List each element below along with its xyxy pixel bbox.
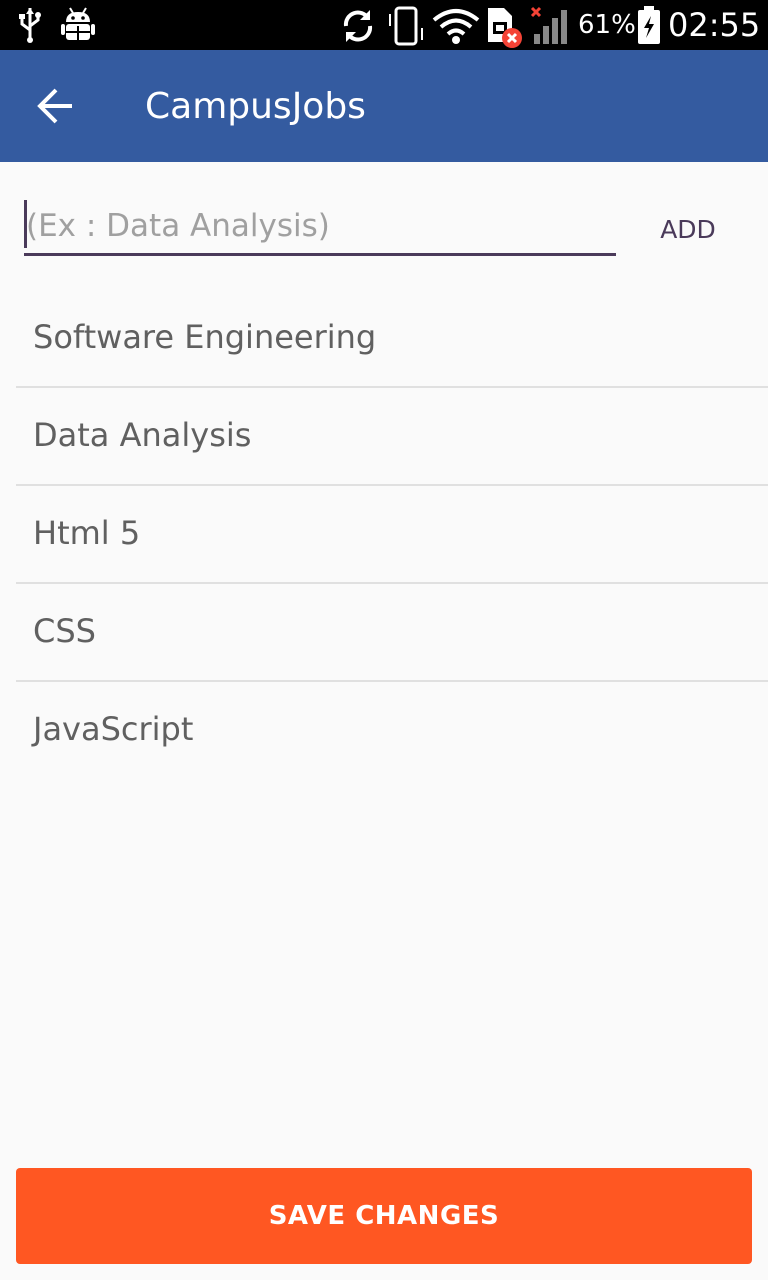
clock: 02:55 xyxy=(668,6,761,44)
status-bar: 61% 02:55 xyxy=(0,0,768,50)
arrow-back-icon xyxy=(37,88,72,124)
sim-error-icon xyxy=(488,8,522,48)
skill-label: Data Analysis xyxy=(33,416,252,454)
battery-percent: 61% xyxy=(578,10,636,40)
signal-icon xyxy=(530,6,567,44)
list-item[interactable]: Html 5 xyxy=(16,486,768,584)
skill-label: Html 5 xyxy=(33,514,141,552)
list-item[interactable]: JavaScript xyxy=(16,682,768,780)
app-bar: CampusJobs xyxy=(0,50,768,162)
add-skill-row: ADD xyxy=(0,162,768,272)
save-changes-button[interactable]: SAVE CHANGES xyxy=(16,1168,752,1264)
list-item[interactable]: Data Analysis xyxy=(16,388,768,486)
sync-icon xyxy=(343,10,373,42)
app-title: CampusJobs xyxy=(145,86,366,127)
list-item[interactable]: Software Engineering xyxy=(16,290,768,388)
skill-label: CSS xyxy=(33,612,96,650)
add-button[interactable]: ADD xyxy=(648,208,728,252)
text-cursor xyxy=(24,200,27,248)
skill-label: JavaScript xyxy=(33,710,194,748)
android-debug-icon xyxy=(61,7,95,40)
skill-input[interactable] xyxy=(24,198,616,256)
back-button[interactable] xyxy=(28,76,88,136)
battery-charging-icon xyxy=(638,6,660,44)
skill-label: Software Engineering xyxy=(33,318,377,356)
skill-list: Software Engineering Data Analysis Html … xyxy=(16,290,768,780)
vibrate-icon xyxy=(389,6,423,46)
wifi-icon xyxy=(432,9,480,44)
list-item[interactable]: CSS xyxy=(16,584,768,682)
usb-icon xyxy=(19,8,41,43)
